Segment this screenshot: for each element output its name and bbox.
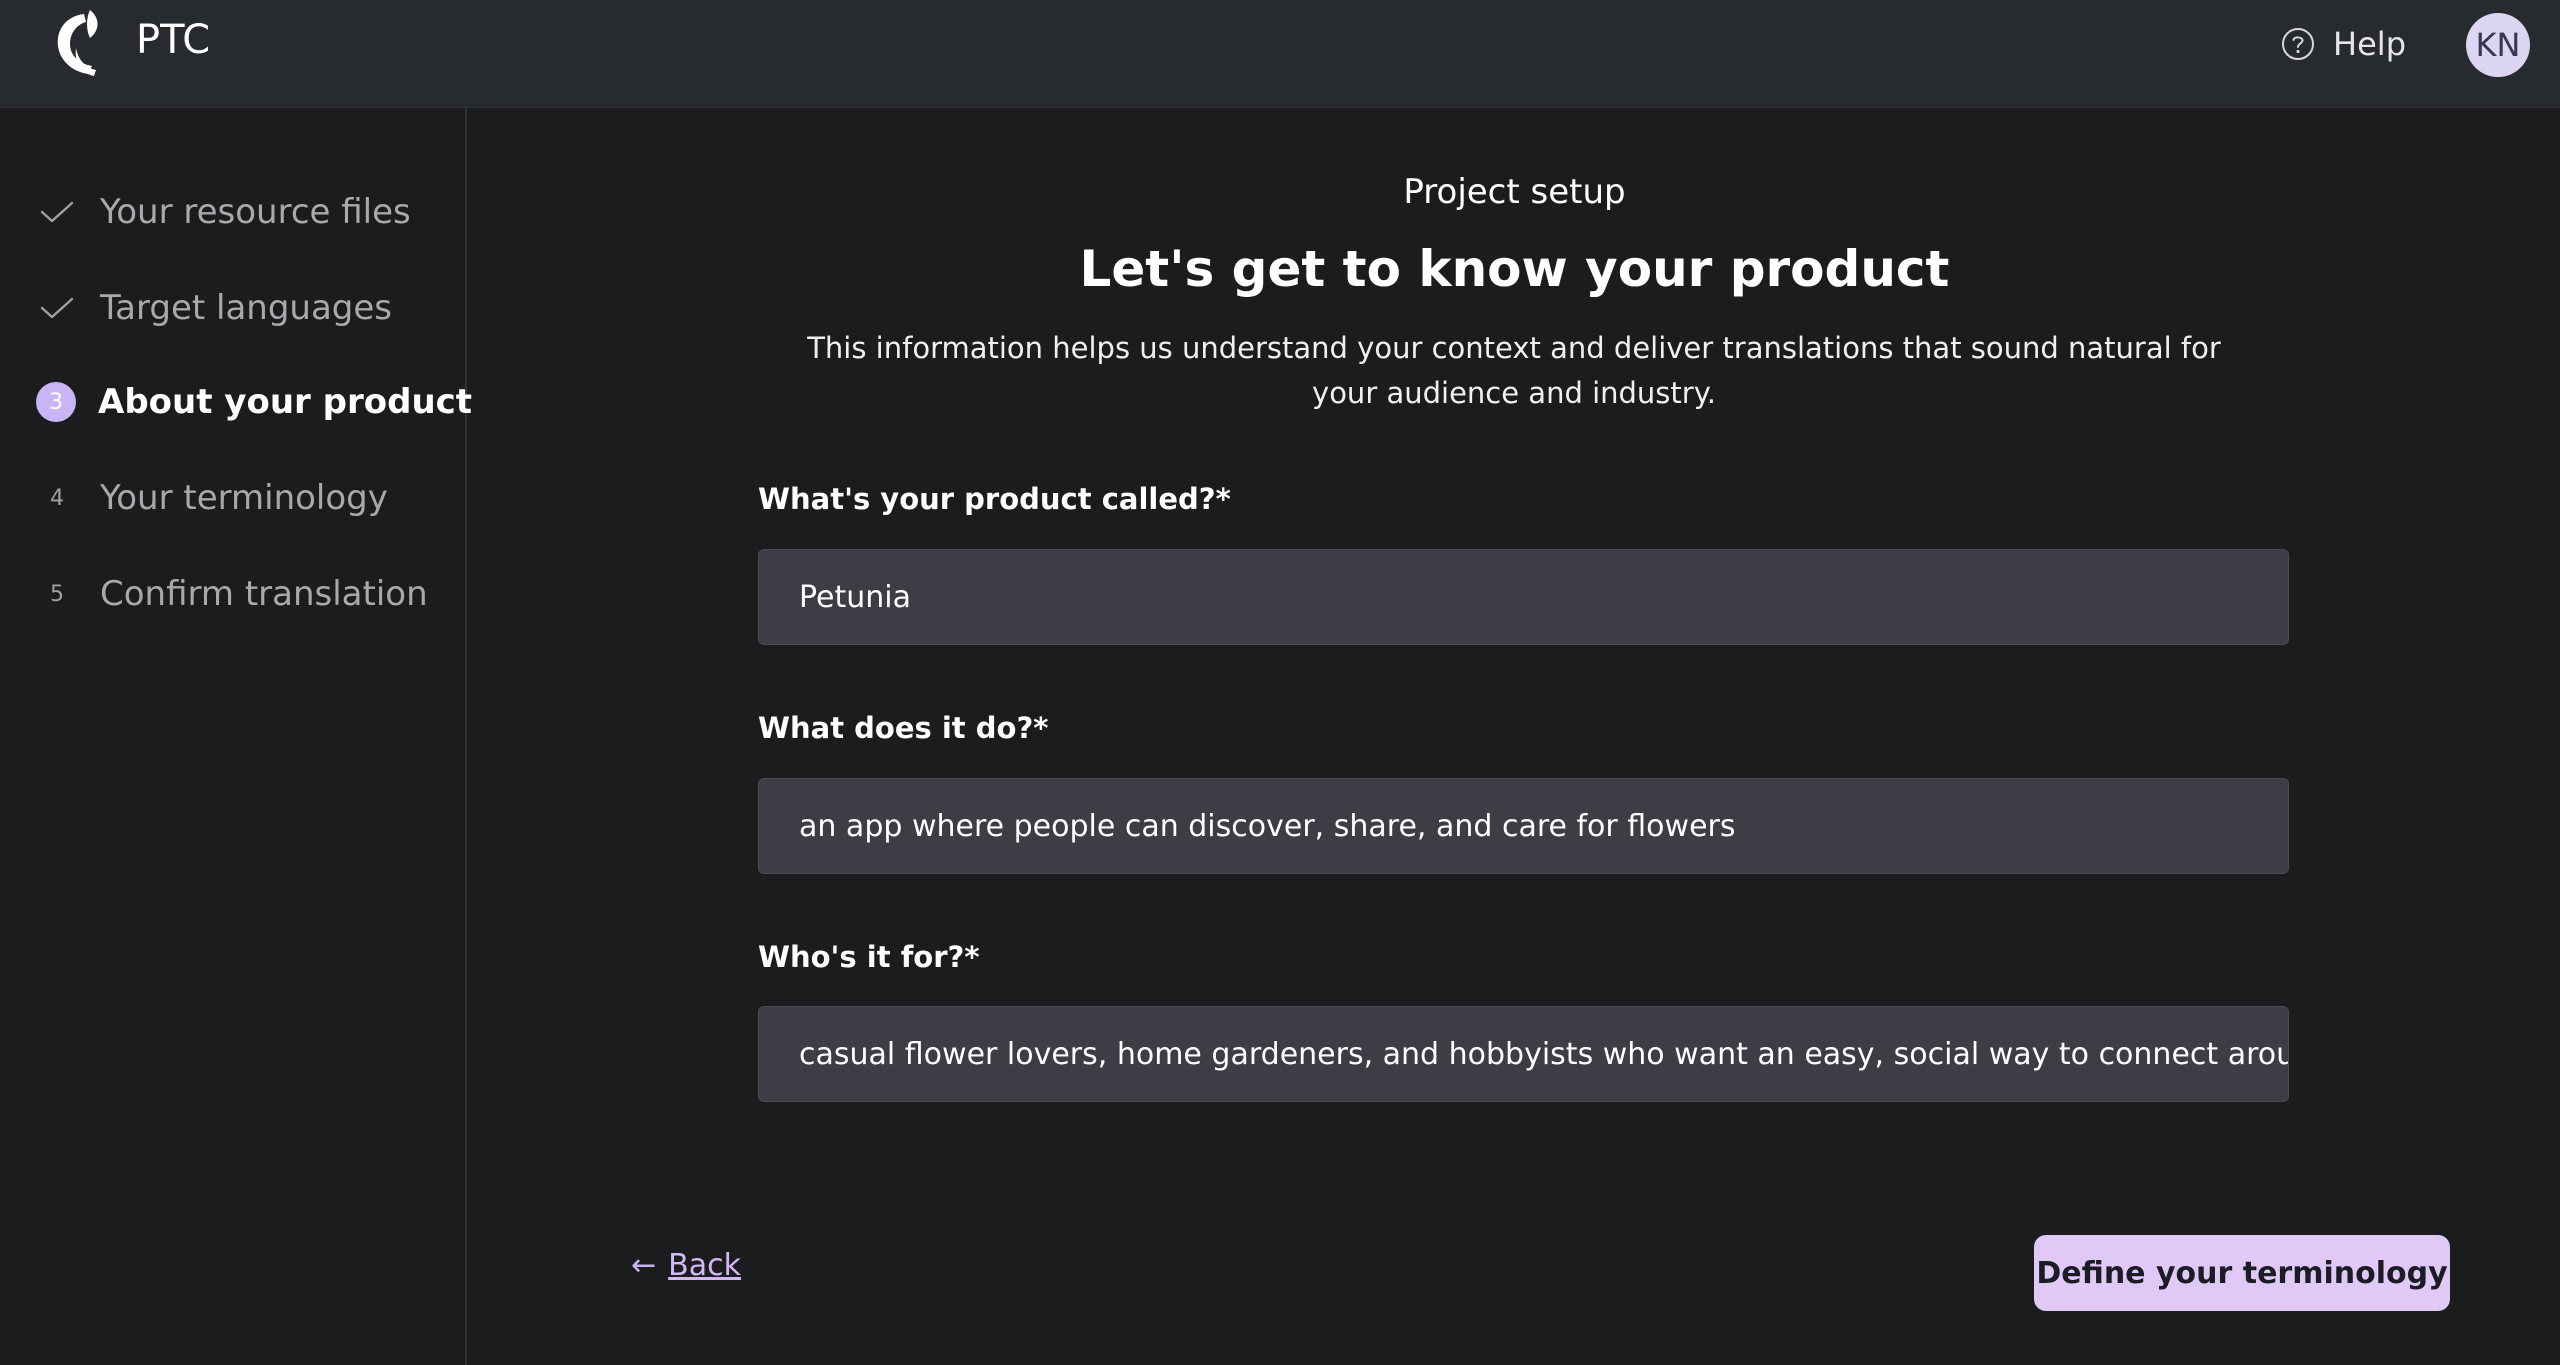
check-icon	[36, 191, 78, 233]
help-circle-icon	[2282, 28, 2315, 60]
brand-name: PTC	[136, 17, 211, 63]
step-label: Your resource files	[100, 192, 411, 232]
step-label: Your terminology	[100, 478, 388, 518]
avatar[interactable]: KN	[2466, 13, 2530, 77]
step-label: Confirm translation	[100, 574, 428, 614]
help-label: Help	[2333, 25, 2406, 63]
setup-steps-sidebar: Your resource files Target languages 3 A…	[0, 108, 472, 1365]
define-terminology-button[interactable]: Define your terminology	[2034, 1235, 2450, 1311]
page-intro: This information helps us understand you…	[807, 331, 2221, 410]
check-icon	[36, 287, 78, 329]
audience-label: Who's it for?*	[758, 940, 980, 974]
step-target-languages[interactable]: Target languages	[36, 278, 392, 338]
back-link[interactable]: ← Back	[631, 1248, 741, 1283]
step-label: About your product	[98, 382, 473, 422]
page-title: Let's get to know your product	[1079, 240, 1950, 298]
step-about-product[interactable]: 3 About your product	[36, 372, 472, 432]
section-eyebrow: Project setup	[1403, 172, 1626, 212]
step-confirm-translation[interactable]: 5 Confirm translation	[36, 564, 428, 624]
step-number: 4	[50, 485, 64, 511]
product-name-label: What's your product called?*	[758, 482, 1231, 516]
arrow-left-icon: ←	[631, 1248, 657, 1283]
back-label: Back	[668, 1248, 741, 1283]
product-purpose-label: What does it do?*	[758, 711, 1049, 745]
logo-icon[interactable]	[50, 8, 110, 80]
main-content: Project setup Let's get to know your pro…	[469, 108, 2560, 1365]
audience-input[interactable]: casual flower lovers, home gardeners, an…	[758, 1006, 2289, 1102]
product-purpose-input[interactable]: an app where people can discover, share,…	[758, 778, 2289, 874]
step-label: Target languages	[100, 288, 393, 328]
product-name-input[interactable]: Petunia	[758, 549, 2289, 645]
help-link[interactable]: Help	[2281, 20, 2406, 68]
top-bar: PTC Help KN	[0, 0, 2560, 108]
step-terminology[interactable]: 4 Your terminology	[36, 468, 388, 528]
step-number: 5	[50, 581, 64, 607]
step-number-badge: 3	[36, 382, 76, 422]
step-resource-files[interactable]: Your resource files	[36, 182, 411, 242]
